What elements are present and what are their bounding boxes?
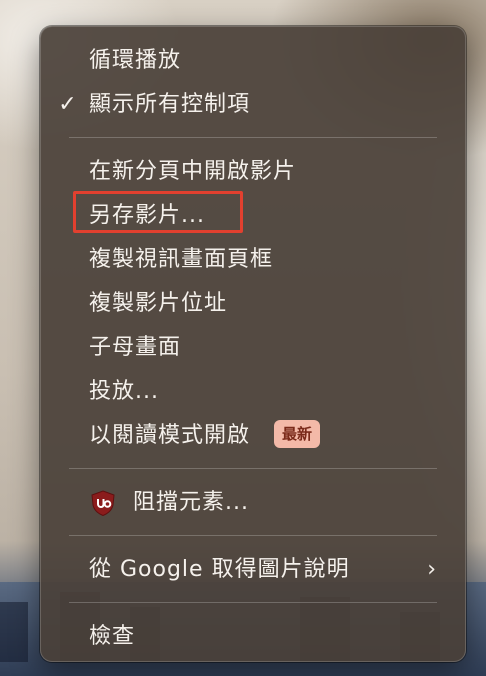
menu-item-copy-video-frame[interactable]: 複製視訊畫面頁框 xyxy=(41,238,465,282)
menu-item-block-element-label: 阻擋元素... xyxy=(133,490,249,515)
menu-item-google-image-description-label: 從 Google 取得圖片說明 xyxy=(89,557,350,582)
menu-item-reader-mode-label: 以閱讀模式開啟 xyxy=(89,423,251,448)
chevron-right-icon: › xyxy=(427,557,437,582)
menu-item-cast-label: 投放... xyxy=(89,379,159,404)
menu-item-save-video-label: 另存影片... xyxy=(89,203,205,228)
menu-item-picture-in-picture-label: 子母畫面 xyxy=(89,335,182,360)
menu-item-open-video-new-tab-label: 在新分頁中開啟影片 xyxy=(89,159,297,184)
new-badge: 最新 xyxy=(274,420,321,448)
menu-item-reader-mode[interactable]: 以閱讀模式開啟 最新 xyxy=(41,414,465,458)
menu-item-inspect[interactable]: 檢查 xyxy=(41,615,465,659)
menu-item-block-element[interactable]: 阻擋元素... xyxy=(41,481,465,525)
menu-item-loop[interactable]: 循環播放 xyxy=(41,39,465,83)
menu-item-google-image-description[interactable]: 從 Google 取得圖片說明 › xyxy=(41,548,465,592)
menu-separator xyxy=(69,602,437,603)
menu-item-inspect-label: 檢查 xyxy=(89,624,136,649)
menu-separator xyxy=(69,468,437,469)
menu-item-copy-video-address[interactable]: 複製影片位址 xyxy=(41,282,465,326)
menu-item-show-controls[interactable]: ✓ 顯示所有控制項 xyxy=(41,83,465,127)
menu-item-show-controls-label: 顯示所有控制項 xyxy=(89,92,251,117)
menu-item-loop-label: 循環播放 xyxy=(89,48,182,73)
menu-item-cast[interactable]: 投放... xyxy=(41,370,465,414)
menu-item-picture-in-picture[interactable]: 子母畫面 xyxy=(41,326,465,370)
ublock-origin-shield-icon xyxy=(89,489,117,517)
context-menu: 循環播放 ✓ 顯示所有控制項 在新分頁中開啟影片 另存影片... 複製視訊畫面頁… xyxy=(40,26,466,662)
menu-separator xyxy=(69,535,437,536)
menu-item-save-video[interactable]: 另存影片... xyxy=(41,194,465,238)
menu-item-copy-video-frame-label: 複製視訊畫面頁框 xyxy=(89,247,274,272)
menu-item-copy-video-address-label: 複製影片位址 xyxy=(89,291,228,316)
menu-separator xyxy=(69,137,437,138)
checkmark-icon: ✓ xyxy=(58,92,78,117)
menu-item-open-video-new-tab[interactable]: 在新分頁中開啟影片 xyxy=(41,150,465,194)
